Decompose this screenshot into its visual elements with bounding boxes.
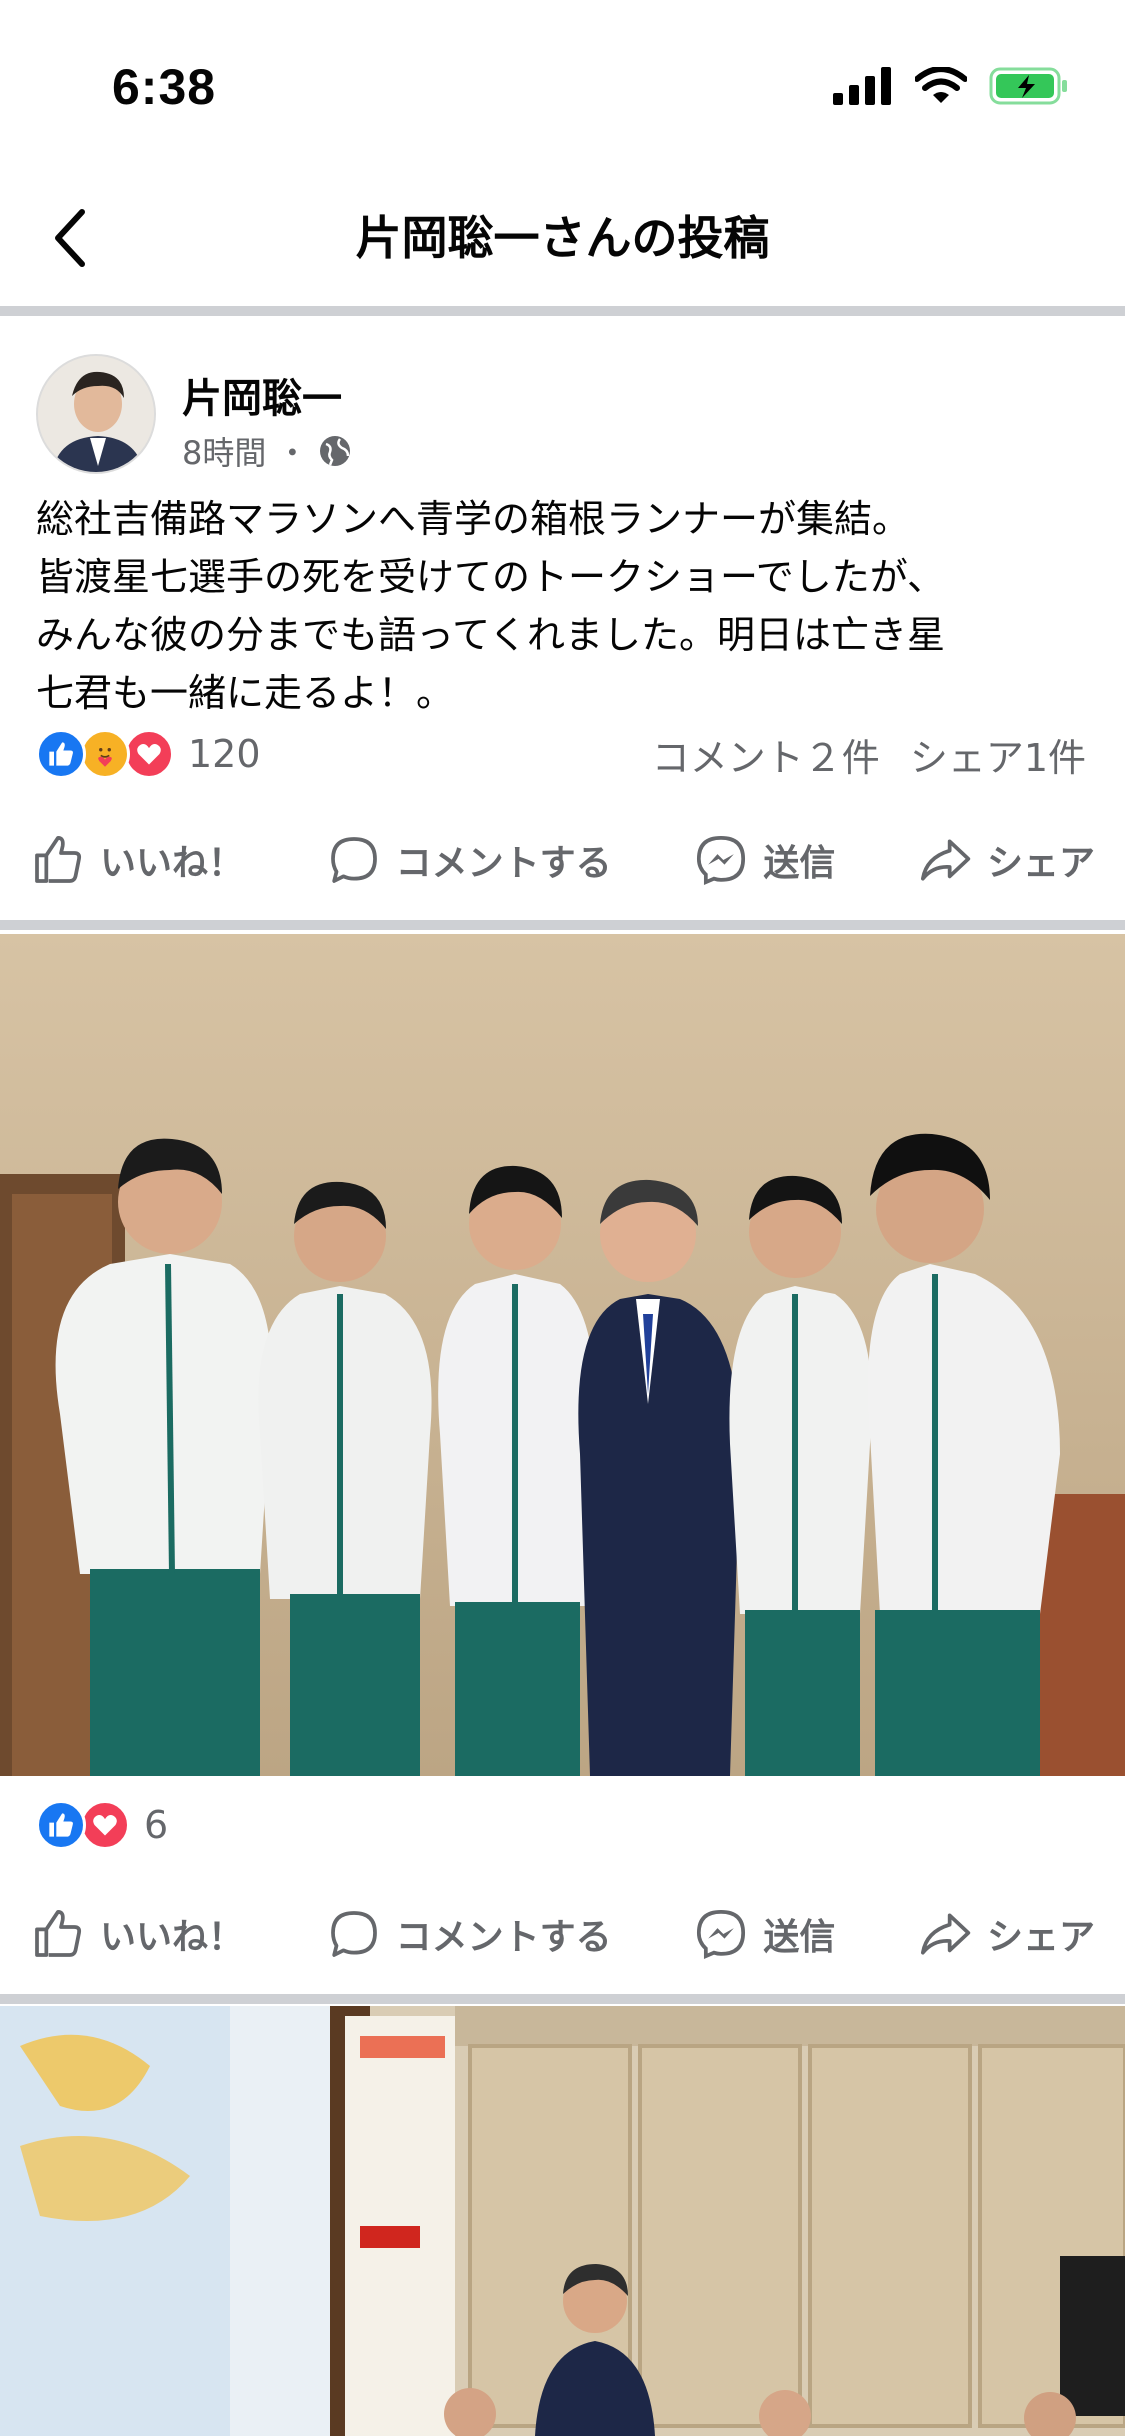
comment-bubble-icon (330, 1911, 377, 1957)
comment-label: コメントする (395, 1917, 612, 1958)
thumbs-up-icon (35, 835, 82, 883)
share-arrow-icon (920, 839, 971, 881)
share-button[interactable]: シェア (917, 1906, 1095, 1962)
status-bar: 6:38 (0, 0, 1125, 170)
avatar[interactable] (36, 354, 156, 474)
divider (0, 306, 1125, 316)
post-text-line: みんな彼の分までも語ってくれました。明日は亡き星 (36, 613, 945, 657)
photo-reactions[interactable]: 6 (36, 1800, 168, 1850)
reaction-count[interactable]: 120 (188, 732, 261, 776)
post-meta: 8時間 ・ (182, 428, 352, 474)
status-icons (833, 66, 1069, 106)
photo-reaction-count[interactable]: 6 (144, 1803, 168, 1847)
care-reaction-icon (80, 729, 130, 779)
comment-button[interactable]: コメントする (326, 1906, 612, 1962)
like-button[interactable]: いいね！ (30, 1906, 244, 1962)
divider (0, 920, 1125, 930)
comment-count[interactable]: コメント２件 (652, 727, 880, 782)
wifi-icon (915, 67, 967, 103)
nav-header: 片岡聡一さんの投稿 (0, 170, 1125, 310)
signal-icon (833, 67, 891, 105)
like-reaction-icon (36, 1800, 86, 1850)
messenger-icon (697, 1909, 746, 1959)
like-label: いいね！ (100, 1917, 245, 1958)
reactions-row: 120 コメント２件 シェア1件 (36, 726, 1086, 782)
reaction-icons[interactable] (36, 729, 174, 779)
globe-icon (320, 436, 351, 466)
love-reaction-icon (80, 1800, 130, 1850)
post-text: 総社吉備路マラソンへ青学の箱根ランナーが集結。 皆渡星七選手の死を受けてのトーク… (36, 490, 1096, 722)
status-time: 6:38 (112, 59, 217, 115)
engagement-counts: コメント２件 シェア1件 (652, 727, 1086, 782)
meta-dot: ・ (276, 434, 309, 472)
divider (0, 1994, 1125, 2004)
love-reaction-icon (124, 729, 174, 779)
post-text-line: 皆渡星七選手の死を受けてのトークショーでしたが、 (36, 555, 945, 599)
send-label: 送信 (763, 1917, 836, 1958)
share-label: シェア (986, 843, 1095, 884)
post-photo[interactable] (0, 934, 1125, 1776)
share-count[interactable]: シェア1件 (910, 727, 1086, 782)
battery-icon (989, 67, 1067, 105)
post-time[interactable]: 8時間 (182, 428, 266, 474)
comment-bubble-icon (330, 837, 377, 883)
send-label: 送信 (763, 843, 836, 884)
share-arrow-icon (920, 1913, 971, 1955)
share-button[interactable]: シェア (917, 832, 1095, 888)
post-photo[interactable] (0, 2006, 1125, 2436)
photo-action-bar: いいね！ コメントする 送信 シェア (0, 1894, 1125, 1974)
thumbs-up-icon (35, 1909, 82, 1957)
author-name[interactable]: 片岡聡一 (182, 366, 342, 424)
messenger-icon (697, 835, 746, 885)
send-button[interactable]: 送信 (693, 1906, 835, 1962)
post-text-line: 総社吉備路マラソンへ青学の箱根ランナーが集結。 (36, 497, 911, 541)
comment-label: コメントする (395, 843, 612, 884)
page-title: 片岡聡一さんの投稿 (355, 211, 770, 265)
share-label: シェア (986, 1917, 1095, 1958)
send-button[interactable]: 送信 (693, 832, 835, 888)
post-text-line: 七君も一緒に走るよ！。 (36, 671, 455, 715)
comment-button[interactable]: コメントする (326, 832, 612, 888)
like-reaction-icon (36, 729, 86, 779)
post-action-bar: いいね！ コメントする 送信 シェア (0, 820, 1125, 900)
like-label: いいね！ (100, 843, 245, 884)
like-button[interactable]: いいね！ (30, 832, 244, 888)
